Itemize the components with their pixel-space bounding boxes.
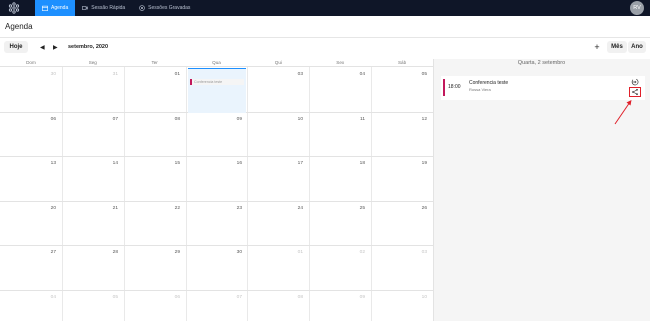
- month-label: setembro, 2020: [68, 44, 109, 50]
- calendar-day-number[interactable]: 11: [309, 117, 365, 122]
- calendar-day-number[interactable]: 03: [371, 250, 427, 255]
- calendar-day-number[interactable]: 04: [0, 295, 56, 300]
- calendar-column-divider: [247, 67, 248, 321]
- calendar-day-number[interactable]: 28: [62, 250, 118, 255]
- divider: [0, 37, 650, 38]
- app-logo-icon[interactable]: [5, 0, 23, 16]
- calendar-day-number[interactable]: 17: [247, 161, 303, 166]
- enter-icon[interactable]: [631, 78, 639, 86]
- video-icon: [82, 6, 89, 10]
- calendar-row-divider: [0, 201, 433, 202]
- calendar-day-number[interactable]: 05: [371, 72, 427, 77]
- weekday-label: Qua: [212, 60, 221, 65]
- calendar-day-number[interactable]: 14: [62, 161, 118, 166]
- top-nav-bar: Agenda Sessão Rápida Sessões Gravadas RV: [0, 0, 650, 16]
- calendar-row-divider: [0, 156, 433, 157]
- calendar-column-divider: [309, 67, 310, 321]
- calendar-day-number[interactable]: 01: [247, 250, 303, 255]
- page-title: Agenda: [5, 22, 33, 31]
- calendar-day-number[interactable]: 06: [0, 117, 56, 122]
- calendar-day-number[interactable]: 18: [309, 161, 365, 166]
- weekday-label: Sex: [336, 60, 345, 65]
- calendar-day-number[interactable]: 03: [247, 72, 303, 77]
- calendar-column-divider: [62, 67, 63, 321]
- record-icon: [139, 5, 145, 11]
- calendar-day-number[interactable]: 09: [186, 117, 242, 122]
- calendar-event-chip[interactable]: Conferencia teste: [190, 79, 244, 85]
- calendar-day-number[interactable]: 19: [371, 161, 427, 166]
- today-button[interactable]: Hoje: [4, 41, 28, 53]
- today-cell[interactable]: [188, 68, 246, 113]
- year-view-button[interactable]: Ano: [628, 41, 646, 53]
- share-icon[interactable]: [631, 88, 639, 96]
- weekday-label: Ter: [151, 60, 158, 65]
- calendar-row-divider: [0, 245, 433, 246]
- calendar-day-number[interactable]: 20: [0, 206, 56, 211]
- add-event-button[interactable]: +: [591, 41, 603, 53]
- prev-month-icon[interactable]: ◀: [40, 44, 45, 51]
- calendar-day-number[interactable]: 21: [62, 206, 118, 211]
- calendar-day-number[interactable]: 15: [124, 161, 180, 166]
- calendar-day-number[interactable]: 04: [309, 72, 365, 77]
- tab-agenda-label: Agenda: [51, 5, 69, 11]
- calendar-day-number[interactable]: 26: [371, 206, 427, 211]
- calendar-column-divider: [186, 67, 187, 321]
- calendar-column-divider: [371, 67, 372, 321]
- calendar-day-number[interactable]: 10: [247, 117, 303, 122]
- calendar-day-number[interactable]: 25: [309, 206, 365, 211]
- calendar-day-number[interactable]: 22: [124, 206, 180, 211]
- calendar-day-number[interactable]: 30: [0, 72, 56, 77]
- calendar-day-number[interactable]: 30: [186, 250, 242, 255]
- calendar-day-number[interactable]: 09: [309, 295, 365, 300]
- calendar-day-number[interactable]: 12: [371, 117, 427, 122]
- calendar-day-number[interactable]: 06: [124, 295, 180, 300]
- weekday-label: Dom: [26, 60, 36, 65]
- tab-sessoes-gravadas[interactable]: Sessões Gravadas: [132, 0, 197, 16]
- calendar-day-number[interactable]: 01: [124, 72, 180, 77]
- month-view-button[interactable]: Mês: [607, 41, 627, 53]
- weekday-label: Seg: [88, 60, 97, 65]
- day-detail-heading: Quarta, 2 setembro: [517, 60, 566, 66]
- next-month-icon[interactable]: ▶: [53, 44, 58, 51]
- event-color-bar: [443, 79, 445, 96]
- calendar-row-divider: [0, 290, 433, 291]
- tab-sessao-rapida[interactable]: Sessão Rápida: [75, 0, 132, 16]
- weekday-label: Qui: [274, 60, 282, 65]
- calendar-day-number[interactable]: 13: [0, 161, 56, 166]
- weekday-header: Dom Seg Ter Qua Qui Sex Sáb: [0, 59, 433, 67]
- calendar-day-number[interactable]: 08: [247, 295, 303, 300]
- event-title: Conferencia teste: [469, 80, 509, 86]
- calendar-day-number[interactable]: 29: [124, 250, 180, 255]
- tab-sessoes-gravadas-label: Sessões Gravadas: [148, 5, 191, 11]
- calendar-day-number[interactable]: 27: [0, 250, 56, 255]
- calendar-day-number[interactable]: 07: [62, 117, 118, 122]
- calendar-column-divider: [124, 67, 125, 321]
- tab-sessao-rapida-label: Sessão Rápida: [91, 5, 126, 11]
- calendar-day-number[interactable]: 23: [186, 206, 242, 211]
- calendar-day-number[interactable]: 10: [371, 295, 427, 300]
- calendar-day-number[interactable]: 08: [124, 117, 180, 122]
- calendar-day-number[interactable]: 16: [186, 161, 242, 166]
- event-organizer: Rossa Viera: [469, 87, 491, 92]
- calendar-day-number[interactable]: 07: [186, 295, 242, 300]
- calendar-icon: [42, 5, 48, 11]
- annotation-arrow-icon: [614, 100, 632, 125]
- tab-agenda[interactable]: Agenda: [35, 0, 76, 16]
- calendar-day-number[interactable]: 24: [247, 206, 303, 211]
- calendar-day-number[interactable]: 31: [62, 72, 118, 77]
- event-time: 18:00: [448, 84, 461, 90]
- user-avatar[interactable]: RV: [630, 1, 644, 15]
- calendar-day-number[interactable]: 05: [62, 295, 118, 300]
- weekday-label: Sáb: [397, 60, 407, 65]
- calendar-day-number[interactable]: 02: [309, 250, 365, 255]
